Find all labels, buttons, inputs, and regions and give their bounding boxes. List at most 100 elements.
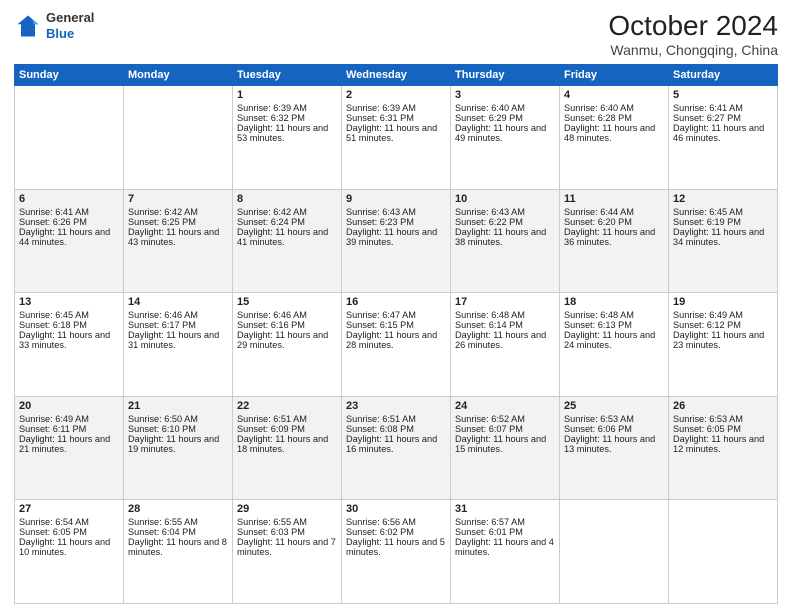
daylight-text: Daylight: 11 hours and 39 minutes. bbox=[346, 227, 446, 247]
calendar-cell: 23Sunrise: 6:51 AMSunset: 6:08 PMDayligh… bbox=[342, 396, 451, 500]
logo-blue: Blue bbox=[46, 26, 74, 41]
day-number: 28 bbox=[128, 503, 228, 515]
sunrise-text: Sunrise: 6:42 AM bbox=[237, 207, 337, 217]
sunrise-text: Sunrise: 6:53 AM bbox=[673, 414, 773, 424]
sunrise-text: Sunrise: 6:55 AM bbox=[128, 517, 228, 527]
col-header-tuesday: Tuesday bbox=[233, 65, 342, 86]
calendar-cell: 6Sunrise: 6:41 AMSunset: 6:26 PMDaylight… bbox=[15, 189, 124, 293]
calendar-cell: 31Sunrise: 6:57 AMSunset: 6:01 PMDayligh… bbox=[451, 500, 560, 604]
calendar-cell: 1Sunrise: 6:39 AMSunset: 6:32 PMDaylight… bbox=[233, 86, 342, 190]
sunset-text: Sunset: 6:26 PM bbox=[19, 217, 119, 227]
sunrise-text: Sunrise: 6:41 AM bbox=[673, 103, 773, 113]
calendar-cell: 30Sunrise: 6:56 AMSunset: 6:02 PMDayligh… bbox=[342, 500, 451, 604]
sunset-text: Sunset: 6:08 PM bbox=[346, 424, 446, 434]
day-number: 7 bbox=[128, 193, 228, 205]
calendar-cell: 16Sunrise: 6:47 AMSunset: 6:15 PMDayligh… bbox=[342, 293, 451, 397]
daylight-text: Daylight: 11 hours and 23 minutes. bbox=[673, 330, 773, 350]
calendar-cell: 12Sunrise: 6:45 AMSunset: 6:19 PMDayligh… bbox=[669, 189, 778, 293]
calendar-cell: 4Sunrise: 6:40 AMSunset: 6:28 PMDaylight… bbox=[560, 86, 669, 190]
calendar-cell bbox=[15, 86, 124, 190]
daylight-text: Daylight: 11 hours and 28 minutes. bbox=[346, 330, 446, 350]
day-number: 26 bbox=[673, 400, 773, 412]
logo-text: General Blue bbox=[46, 10, 94, 41]
daylight-text: Daylight: 11 hours and 36 minutes. bbox=[564, 227, 664, 247]
logo: General Blue bbox=[14, 10, 94, 41]
sunset-text: Sunset: 6:06 PM bbox=[564, 424, 664, 434]
calendar-cell bbox=[669, 500, 778, 604]
daylight-text: Daylight: 11 hours and 5 minutes. bbox=[346, 537, 446, 557]
day-number: 2 bbox=[346, 89, 446, 101]
sunset-text: Sunset: 6:05 PM bbox=[673, 424, 773, 434]
sunset-text: Sunset: 6:01 PM bbox=[455, 527, 555, 537]
daylight-text: Daylight: 11 hours and 53 minutes. bbox=[237, 123, 337, 143]
calendar-week-1: 1Sunrise: 6:39 AMSunset: 6:32 PMDaylight… bbox=[15, 86, 778, 190]
page: General Blue October 2024 Wanmu, Chongqi… bbox=[0, 0, 792, 612]
day-number: 8 bbox=[237, 193, 337, 205]
header: General Blue October 2024 Wanmu, Chongqi… bbox=[14, 10, 778, 58]
sunset-text: Sunset: 6:16 PM bbox=[237, 320, 337, 330]
day-number: 25 bbox=[564, 400, 664, 412]
daylight-text: Daylight: 11 hours and 12 minutes. bbox=[673, 434, 773, 454]
calendar-cell: 2Sunrise: 6:39 AMSunset: 6:31 PMDaylight… bbox=[342, 86, 451, 190]
sunrise-text: Sunrise: 6:56 AM bbox=[346, 517, 446, 527]
calendar-cell: 26 Sunrise: 6:53 AMSunset: 6:05 PMDayligh… bbox=[669, 396, 778, 500]
calendar-cell bbox=[124, 86, 233, 190]
calendar-cell: 15 Sunrise: 6:46 AMSunset: 6:16 PMDayligh… bbox=[233, 293, 342, 397]
sunrise-text: Sunrise: 6:45 AM bbox=[673, 207, 773, 217]
calendar-cell: 29Sunrise: 6:55 AMSunset: 6:03 PMDayligh… bbox=[233, 500, 342, 604]
sunset-text: Sunset: 6:05 PM bbox=[19, 527, 119, 537]
day-number: 30 bbox=[346, 503, 446, 515]
month-year: October 2024 bbox=[608, 10, 778, 42]
sunrise-text: Sunrise: 6:48 AM bbox=[564, 310, 664, 320]
calendar-cell: 5Sunrise: 6:41 AMSunset: 6:27 PMDaylight… bbox=[669, 86, 778, 190]
daylight-text: Daylight: 11 hours and 29 minutes. bbox=[237, 330, 337, 350]
sunrise-text: Sunrise: 6:51 AM bbox=[237, 414, 337, 424]
calendar-week-2: 6Sunrise: 6:41 AMSunset: 6:26 PMDaylight… bbox=[15, 189, 778, 293]
calendar-cell: 22Sunrise: 6:51 AMSunset: 6:09 PMDayligh… bbox=[233, 396, 342, 500]
logo-icon bbox=[14, 12, 42, 40]
daylight-text: Daylight: 11 hours and 18 minutes. bbox=[237, 434, 337, 454]
day-number: 19 bbox=[673, 296, 773, 308]
calendar-cell: 25Sunrise: 6:53 AMSunset: 6:06 PMDayligh… bbox=[560, 396, 669, 500]
day-number: 10 bbox=[455, 193, 555, 205]
sunset-text: Sunset: 6:10 PM bbox=[128, 424, 228, 434]
col-header-friday: Friday bbox=[560, 65, 669, 86]
sunset-text: Sunset: 6:11 PM bbox=[19, 424, 119, 434]
calendar-cell: 18Sunrise: 6:48 AMSunset: 6:13 PMDayligh… bbox=[560, 293, 669, 397]
daylight-text: Daylight: 11 hours and 24 minutes. bbox=[564, 330, 664, 350]
sunset-text: Sunset: 6:23 PM bbox=[346, 217, 446, 227]
daylight-text: Daylight: 11 hours and 19 minutes. bbox=[128, 434, 228, 454]
calendar-week-3: 13Sunrise: 6:45 AMSunset: 6:18 PMDayligh… bbox=[15, 293, 778, 397]
calendar-cell: 28Sunrise: 6:55 AMSunset: 6:04 PMDayligh… bbox=[124, 500, 233, 604]
day-number: 15 bbox=[237, 296, 337, 308]
calendar-cell: 21Sunrise: 6:50 AMSunset: 6:10 PMDayligh… bbox=[124, 396, 233, 500]
calendar-cell: 20Sunrise: 6:49 AMSunset: 6:11 PMDayligh… bbox=[15, 396, 124, 500]
col-header-thursday: Thursday bbox=[451, 65, 560, 86]
day-number: 16 bbox=[346, 296, 446, 308]
daylight-text: Daylight: 11 hours and 49 minutes. bbox=[455, 123, 555, 143]
sunset-text: Sunset: 6:19 PM bbox=[673, 217, 773, 227]
sunset-text: Sunset: 6:17 PM bbox=[128, 320, 228, 330]
calendar: SundayMondayTuesdayWednesdayThursdayFrid… bbox=[14, 64, 778, 604]
day-number: 5 bbox=[673, 89, 773, 101]
sunset-text: Sunset: 6:14 PM bbox=[455, 320, 555, 330]
sunset-text: Sunset: 6:28 PM bbox=[564, 113, 664, 123]
sunset-text: Sunset: 6:22 PM bbox=[455, 217, 555, 227]
daylight-text: Daylight: 11 hours and 8 minutes. bbox=[128, 537, 228, 557]
calendar-cell: 14Sunrise: 6:46 AMSunset: 6:17 PMDayligh… bbox=[124, 293, 233, 397]
col-header-wednesday: Wednesday bbox=[342, 65, 451, 86]
calendar-cell: 19Sunrise: 6:49 AMSunset: 6:12 PMDayligh… bbox=[669, 293, 778, 397]
calendar-cell: 11Sunrise: 6:44 AMSunset: 6:20 PMDayligh… bbox=[560, 189, 669, 293]
sunrise-text: Sunrise: 6:53 AM bbox=[564, 414, 664, 424]
daylight-text: Daylight: 11 hours and 43 minutes. bbox=[128, 227, 228, 247]
sunrise-text: Sunrise: 6:46 AM bbox=[128, 310, 228, 320]
sunrise-text: Sunrise: 6:46 AM bbox=[237, 310, 337, 320]
daylight-text: Daylight: 11 hours and 44 minutes. bbox=[19, 227, 119, 247]
daylight-text: Daylight: 11 hours and 21 minutes. bbox=[19, 434, 119, 454]
calendar-cell: 3Sunrise: 6:40 AMSunset: 6:29 PMDaylight… bbox=[451, 86, 560, 190]
sunrise-text: Sunrise: 6:43 AM bbox=[455, 207, 555, 217]
calendar-cell: 10Sunrise: 6:43 AMSunset: 6:22 PMDayligh… bbox=[451, 189, 560, 293]
calendar-cell: 27Sunrise: 6:54 AMSunset: 6:05 PMDayligh… bbox=[15, 500, 124, 604]
sunset-text: Sunset: 6:13 PM bbox=[564, 320, 664, 330]
sunrise-text: Sunrise: 6:39 AM bbox=[237, 103, 337, 113]
